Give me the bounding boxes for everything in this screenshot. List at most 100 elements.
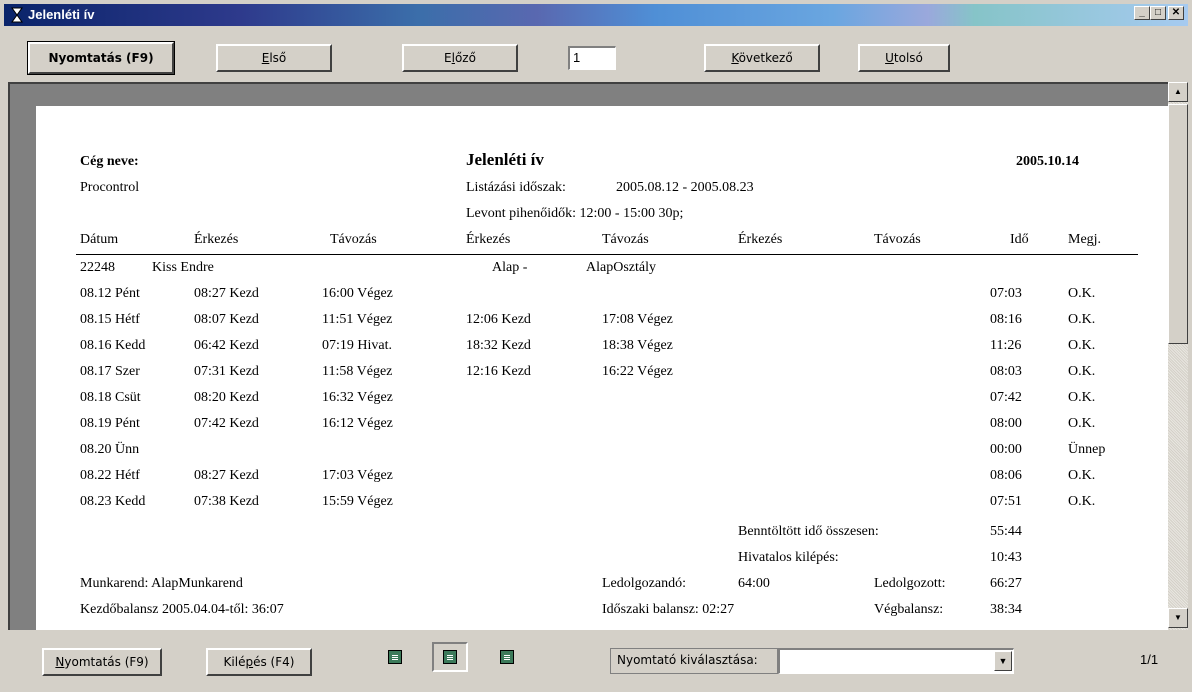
- row-note: O.K.: [1068, 468, 1096, 483]
- row-note: Ünnep: [1068, 442, 1106, 457]
- print-bottom-label: Nyomtatás (F9): [55, 655, 149, 669]
- row-date: 08.19 Pént: [80, 416, 140, 431]
- zoom-medium-icon[interactable]: [443, 650, 457, 664]
- window-title: Jelenléti ív: [28, 7, 95, 22]
- vertical-scrollbar[interactable]: ▲ ▼: [1168, 82, 1188, 630]
- row-d1: 16:12 Végez: [322, 416, 393, 431]
- row-time: 08:00: [990, 416, 1022, 431]
- row-date: 08.12 Pént: [80, 286, 140, 301]
- row-note: O.K.: [1068, 338, 1096, 353]
- row-a2: 18:32 Kezd: [466, 338, 531, 353]
- print-button-label: Nyomtatás (F9): [48, 51, 154, 65]
- row-time: 11:26: [990, 338, 1022, 353]
- row-d1: 16:00 Végez: [322, 286, 393, 301]
- employee-group: Alap -: [492, 260, 528, 275]
- preview-viewport: Cég neve: Procontrol Jelenléti ív 2005.1…: [8, 82, 1188, 636]
- col-arrive-1: Érkezés: [194, 232, 239, 247]
- col-leave-2: Távozás: [602, 232, 649, 247]
- zoom-small-icon[interactable]: [388, 650, 402, 664]
- last-page-button[interactable]: Utolsó: [858, 44, 950, 72]
- row-note: O.K.: [1068, 416, 1096, 431]
- row-note: O.K.: [1068, 286, 1096, 301]
- row-d1: 07:19 Hivat.: [322, 338, 392, 353]
- row-a1: 07:38 Kezd: [194, 494, 259, 509]
- col-arrive-3: Érkezés: [738, 232, 783, 247]
- start-balance: Kezdőbalansz 2005.04.04-től: 36:07: [80, 602, 284, 617]
- exit-button[interactable]: Kilépés (F4): [206, 648, 312, 676]
- employee-name: Kiss Endre: [152, 260, 214, 275]
- work-schedule: Munkarend: AlapMunkarend: [80, 576, 243, 591]
- row-date: 08.18 Csüt: [80, 390, 141, 405]
- scroll-up-arrow-icon[interactable]: ▲: [1168, 82, 1188, 102]
- next-label: Következő: [731, 51, 793, 65]
- row-date: 08.22 Hétf: [80, 468, 140, 483]
- exit-label: Kilépés (F4): [223, 655, 295, 669]
- report-title: Jelenléti ív: [466, 150, 544, 169]
- row-a1: 08:20 Kezd: [194, 390, 259, 405]
- close-button[interactable]: ✕: [1168, 6, 1184, 20]
- last-label: Utolsó: [885, 51, 923, 65]
- printer-select-label: Nyomtató kiválasztása:: [610, 648, 778, 674]
- row-a1: 07:42 Kezd: [194, 416, 259, 431]
- row-note: O.K.: [1068, 390, 1096, 405]
- page-count: 1/1: [1140, 652, 1159, 667]
- print-button-bottom[interactable]: Nyomtatás (F9): [42, 648, 162, 676]
- row-date: 08.15 Hétf: [80, 312, 140, 327]
- report-page: Cég neve: Procontrol Jelenléti ív 2005.1…: [36, 106, 1168, 636]
- scroll-thumb[interactable]: [1168, 104, 1188, 344]
- maximize-button[interactable]: □: [1150, 6, 1166, 20]
- official-exit-label: Hivatalos kilépés:: [738, 550, 839, 565]
- row-d1: 11:58 Végez: [322, 364, 393, 379]
- filled-time-label: Benntöltött idő összesen:: [738, 524, 879, 539]
- title-bar[interactable]: Jelenléti ív _ □ ✕: [4, 4, 1188, 26]
- prev-label: Előző: [444, 51, 476, 65]
- period-balance: Időszaki balansz: 02:27: [602, 602, 735, 617]
- report-date: 2005.10.14: [1016, 154, 1079, 169]
- row-d1: 16:32 Végez: [322, 390, 393, 405]
- row-time: 07:03: [990, 286, 1022, 301]
- row-note: O.K.: [1068, 494, 1096, 509]
- minimize-button[interactable]: _: [1134, 6, 1150, 20]
- scroll-down-arrow-icon[interactable]: ▼: [1168, 608, 1188, 628]
- row-date: 08.20 Ünn: [80, 442, 140, 457]
- zoom-large-icon[interactable]: [500, 650, 514, 664]
- company-label: Cég neve:: [80, 154, 139, 169]
- official-exit-value: 10:43: [990, 550, 1022, 565]
- end-balance-label: Végbalansz:: [874, 602, 944, 617]
- first-page-button[interactable]: Első: [216, 44, 332, 72]
- prev-page-button[interactable]: Előző: [402, 44, 518, 72]
- next-page-button[interactable]: Következő: [704, 44, 820, 72]
- col-note: Megj.: [1068, 232, 1102, 247]
- row-time: 07:51: [990, 494, 1022, 509]
- employee-dept: AlapOsztály: [586, 260, 656, 275]
- col-leave-3: Távozás: [874, 232, 921, 247]
- end-balance-value: 38:34: [990, 602, 1022, 617]
- row-a1: 08:07 Kezd: [194, 312, 259, 327]
- col-leave-1: Távozás: [330, 232, 377, 247]
- row-d1: 17:03 Végez: [322, 468, 393, 483]
- row-time: 00:00: [990, 442, 1022, 457]
- row-a2: 12:16 Kezd: [466, 364, 531, 379]
- first-label: Első: [261, 51, 287, 65]
- bottom-toolbar: Nyomtatás (F9) Kilépés (F4) Nyomtató kiv…: [0, 630, 1192, 692]
- period-range: 2005.08.12 - 2005.08.23: [616, 180, 754, 195]
- row-note: O.K.: [1068, 312, 1096, 327]
- row-a1: 06:42 Kezd: [194, 338, 259, 353]
- worked-label: Ledolgozott:: [874, 576, 946, 591]
- header-divider: [76, 254, 1138, 255]
- row-a1: 08:27 Kezd: [194, 468, 259, 483]
- break-times: Levont pihenőidők: 12:00 - 15:00 30p;: [466, 206, 684, 221]
- dropdown-arrow-icon[interactable]: ▼: [994, 651, 1012, 671]
- row-a2: 12:06 Kezd: [466, 312, 531, 327]
- col-date: Dátum: [80, 232, 119, 247]
- row-time: 08:06: [990, 468, 1022, 483]
- row-note: O.K.: [1068, 364, 1096, 379]
- row-date: 08.23 Kedd: [80, 494, 146, 509]
- print-button-top[interactable]: Nyomtatás (F9): [27, 41, 175, 75]
- hourglass-icon: [11, 7, 23, 23]
- row-date: 08.17 Szer: [80, 364, 140, 379]
- page-number-input[interactable]: 1: [568, 46, 616, 70]
- printer-select[interactable]: ▼: [778, 648, 1014, 674]
- to-work-label: Ledolgozandó:: [602, 576, 686, 591]
- row-a1: 08:27 Kezd: [194, 286, 259, 301]
